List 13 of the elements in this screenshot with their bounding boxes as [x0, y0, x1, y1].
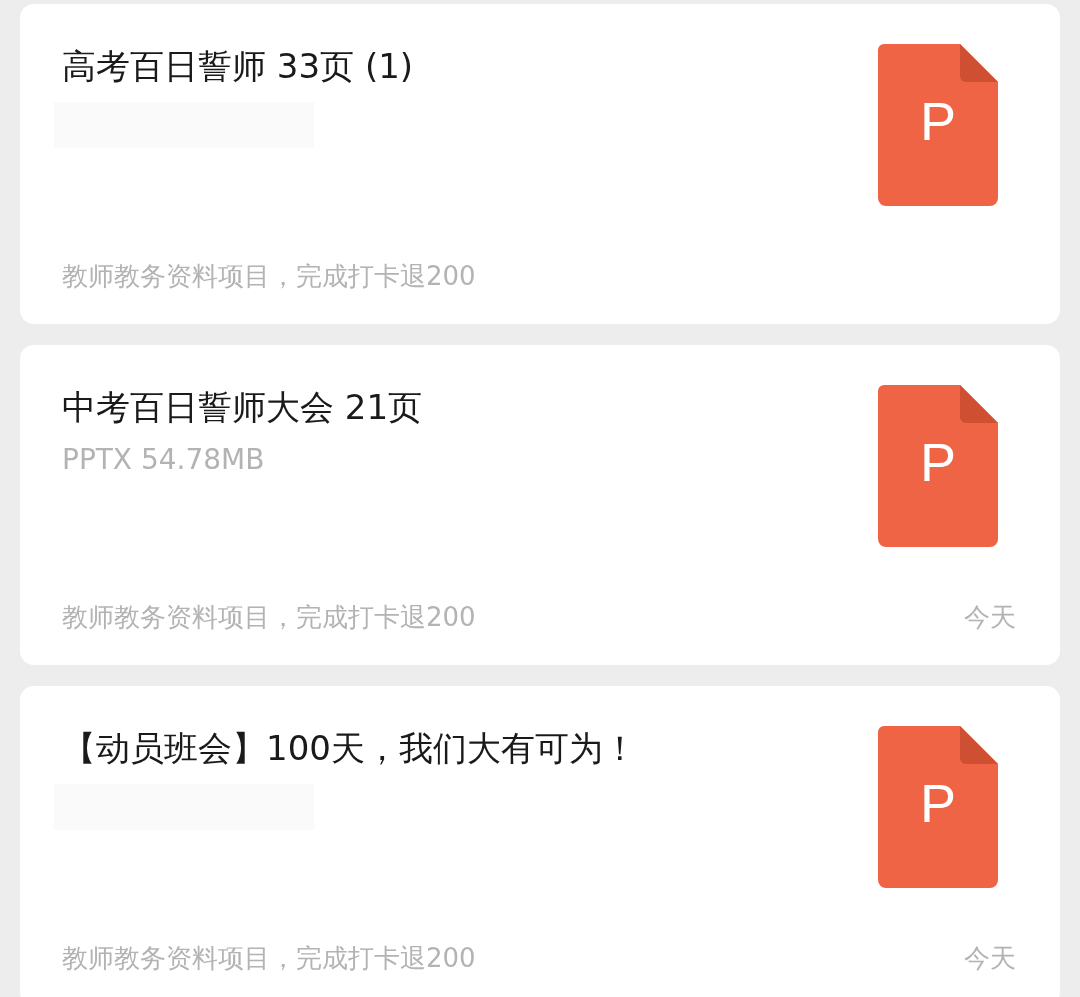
file-date: 今天 — [964, 600, 1016, 634]
file-note: 教师教务资料项目，完成打卡退200 — [62, 259, 477, 293]
slides-file-icon: P — [878, 385, 998, 547]
slides-file-icon: P — [878, 726, 998, 888]
slides-file-icon: P — [878, 44, 998, 206]
file-note: 教师教务资料项目，完成打卡退200 — [62, 600, 477, 634]
file-title: 中考百日誓师大会 21页 — [62, 386, 424, 429]
file-note: 教师教务资料项目，完成打卡退200 — [62, 941, 477, 975]
file-title: 高考百日誓师 33页 (1) — [62, 45, 415, 88]
file-card[interactable]: 中考百日誓师大会 21页 PPTX 54.78MB 教师教务资料项目，完成打卡退200 P 今天 — [20, 345, 1060, 665]
file-title: 【动员班会】100天，我们大有可为！ — [62, 727, 638, 770]
file-date: 今天 — [964, 941, 1016, 975]
file-info: PPTX 54.78MB — [62, 443, 266, 477]
